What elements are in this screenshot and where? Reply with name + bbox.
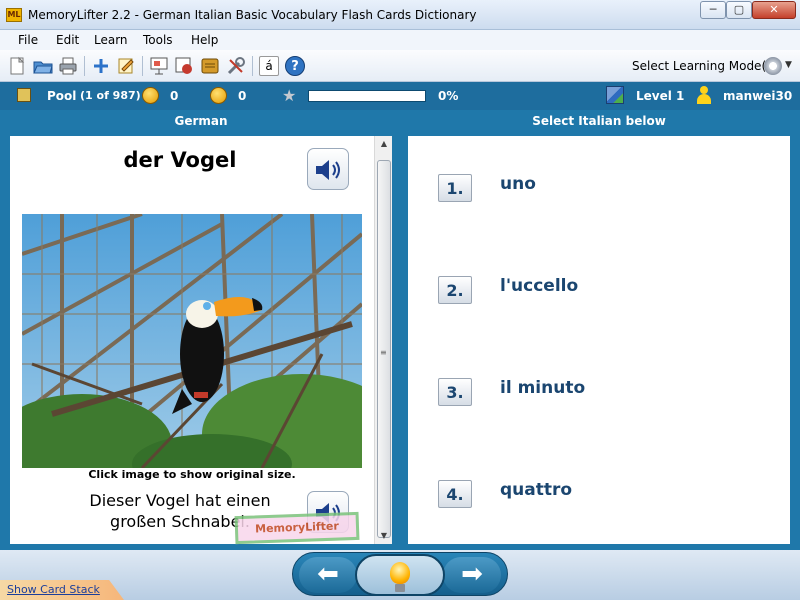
- toolbar-separator: [84, 56, 85, 76]
- question-card: der Vogel Click image to show original s…: [10, 136, 392, 545]
- next-card-button[interactable]: ➡: [443, 557, 501, 593]
- pool-icon: [17, 88, 31, 102]
- maximize-button[interactable]: ▢: [726, 1, 752, 19]
- card-stack-tab[interactable]: Show Card Stack: [0, 580, 124, 600]
- scrollbar-thumb[interactable]: ≡: [377, 160, 391, 538]
- special-char-icon[interactable]: á: [259, 56, 279, 76]
- memorylifter-watermark: MemoryLifter: [234, 511, 360, 545]
- pool-label: Pool: [47, 89, 77, 103]
- unknown-count: 0: [238, 89, 247, 103]
- learning-area: German Select Italian below der Vogel Cl…: [0, 110, 800, 550]
- chevron-down-icon[interactable]: ▼: [785, 60, 792, 70]
- show-card-stack-link[interactable]: Show Card Stack: [7, 583, 100, 596]
- answer-number-button[interactable]: 3.: [438, 378, 472, 406]
- toolbar-separator: [252, 56, 253, 76]
- toolbar-separator: [142, 56, 143, 76]
- known-count: 0: [170, 89, 179, 103]
- gear-icon[interactable]: [764, 57, 782, 75]
- status-bar: Pool (1 of 987) 0 0 ★ 0% Level 1 manwei3…: [0, 82, 800, 110]
- answer-text[interactable]: quattro: [500, 480, 572, 500]
- answer-panel: 1. uno 2. l'uccello 3. il minuto 4. quat…: [408, 136, 790, 544]
- toolbar: á ? Select Learning Mode(s) ▼: [0, 50, 800, 82]
- level-icon: [606, 86, 624, 104]
- star-icon: ★: [282, 86, 297, 105]
- navigation-bar: ⬅ ➡ Show Card Stack: [0, 550, 800, 600]
- answer-option[interactable]: 1. uno: [438, 172, 758, 202]
- menu-learn[interactable]: Learn: [94, 33, 128, 47]
- progress-percent: 0%: [438, 89, 459, 103]
- progress-bar: [308, 90, 426, 102]
- title-bar: ML MemoryLifter 2.2 - German Italian Bas…: [0, 0, 800, 30]
- menu-bar: File Edit Learn Tools Help: [0, 30, 800, 50]
- menu-help[interactable]: Help: [191, 33, 218, 47]
- user-icon: [697, 86, 711, 104]
- menu-tools[interactable]: Tools: [143, 33, 173, 47]
- edit-icon[interactable]: [116, 56, 136, 76]
- pool-count: (1 of 987): [80, 89, 141, 102]
- close-button[interactable]: ✕: [752, 1, 796, 19]
- help-icon[interactable]: ?: [285, 56, 305, 76]
- answer-text[interactable]: uno: [500, 174, 536, 194]
- play-word-audio-button[interactable]: [307, 148, 349, 190]
- memorylifter-logo-icon: ML: [6, 8, 22, 22]
- toucan-image[interactable]: [22, 214, 362, 468]
- learning-mode-label[interactable]: Select Learning Mode(s): [632, 59, 777, 73]
- answer-header: Select Italian below: [532, 114, 666, 128]
- window-title: MemoryLifter 2.2 - German Italian Basic …: [28, 8, 477, 22]
- answer-number-button[interactable]: 2.: [438, 276, 472, 304]
- unknown-smiley-icon: [210, 87, 227, 104]
- lightbulb-icon: [390, 562, 410, 584]
- scroll-down-icon[interactable]: ▼: [375, 528, 393, 544]
- slideshow-icon[interactable]: [174, 56, 194, 76]
- image-caption: Click image to show original size.: [88, 468, 296, 481]
- answer-number-button[interactable]: 1.: [438, 174, 472, 202]
- print-icon[interactable]: [58, 56, 78, 76]
- answer-text[interactable]: l'uccello: [500, 276, 578, 296]
- question-header: German: [174, 114, 228, 128]
- previous-card-button[interactable]: ⬅: [299, 557, 357, 593]
- minimize-button[interactable]: ─: [700, 1, 726, 19]
- answer-number-button[interactable]: 4.: [438, 480, 472, 508]
- speaker-icon: [316, 160, 340, 180]
- card-icon[interactable]: [200, 56, 220, 76]
- new-icon[interactable]: [7, 56, 27, 76]
- hint-button[interactable]: [355, 554, 445, 596]
- level-label: Level 1: [636, 89, 685, 103]
- answer-text[interactable]: il minuto: [500, 378, 585, 398]
- menu-edit[interactable]: Edit: [56, 33, 79, 47]
- user-name: manwei30: [723, 89, 793, 103]
- menu-file[interactable]: File: [18, 33, 38, 47]
- question-word: der Vogel: [123, 148, 237, 172]
- presentation-icon[interactable]: [149, 56, 169, 76]
- scroll-up-icon[interactable]: ▲: [375, 136, 393, 152]
- vertical-scrollbar[interactable]: ▲ ≡ ▼: [374, 136, 392, 544]
- card-navigation: ⬅ ➡: [292, 552, 508, 596]
- open-icon[interactable]: [33, 56, 53, 76]
- answer-option[interactable]: 3. il minuto: [438, 376, 758, 406]
- answer-option[interactable]: 4. quattro: [438, 478, 758, 508]
- answer-option[interactable]: 2. l'uccello: [438, 274, 758, 304]
- add-icon[interactable]: [91, 56, 111, 76]
- tools-icon[interactable]: [226, 56, 246, 76]
- known-smiley-icon: [142, 87, 159, 104]
